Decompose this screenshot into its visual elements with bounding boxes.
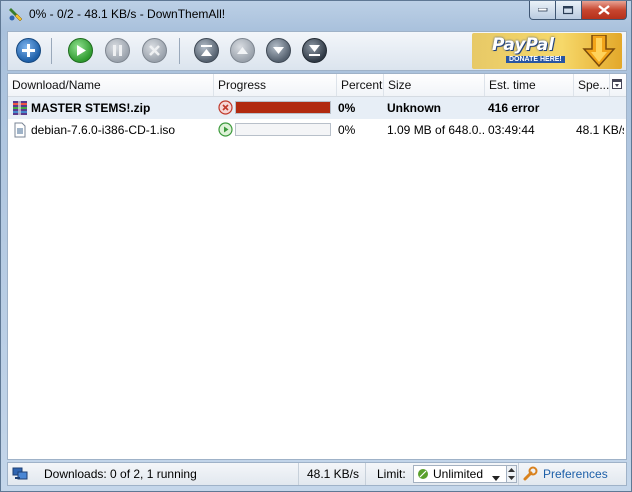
column-picker-icon[interactable] bbox=[612, 79, 623, 93]
download-size: Unknown bbox=[387, 101, 441, 115]
downloads-summary: Downloads: 0 of 2, 1 running bbox=[33, 463, 299, 485]
total-speed: 48.1 KB/s bbox=[299, 463, 366, 485]
speed-limit-value: Unlimited bbox=[433, 467, 484, 481]
download-row[interactable]: debian-7.6.0-i386-CD-1.iso 0% 1.09 MB of… bbox=[8, 119, 626, 141]
download-est-time: 416 error bbox=[488, 101, 540, 115]
preferences-link[interactable]: Preferences bbox=[543, 463, 623, 485]
toolbar: PayPal DONATE HERE! bbox=[7, 31, 627, 71]
download-est-time: 03:49:44 bbox=[488, 123, 535, 137]
move-top-icon bbox=[201, 45, 212, 56]
column-header-est-time[interactable]: Est. time bbox=[485, 74, 574, 96]
minimize-button[interactable] bbox=[529, 1, 556, 20]
column-header-percent[interactable]: Percent bbox=[337, 74, 384, 96]
start-button[interactable] bbox=[68, 38, 93, 63]
cancel-button[interactable] bbox=[142, 38, 167, 63]
running-icon bbox=[218, 122, 233, 140]
progress-bar bbox=[235, 123, 331, 136]
window-title: 0% - 0/2 - 48.1 KB/s - DownThemAll! bbox=[29, 7, 226, 21]
download-list[interactable]: Download/Name Progress Percent Size Est.… bbox=[7, 73, 627, 460]
title-bar[interactable]: 0% - 0/2 - 48.1 KB/s - DownThemAll! bbox=[1, 1, 631, 28]
progress-bar-fill bbox=[236, 102, 330, 113]
move-up-icon bbox=[237, 47, 248, 54]
paypal-donate-label: DONATE HERE! bbox=[506, 56, 565, 63]
move-top-button[interactable] bbox=[194, 38, 219, 63]
download-name: MASTER STEMS!.zip bbox=[31, 101, 151, 115]
toolbar-separator bbox=[51, 38, 52, 64]
move-up-button[interactable] bbox=[230, 38, 255, 63]
status-bar: Downloads: 0 of 2, 1 running 48.1 KB/s L… bbox=[7, 462, 627, 486]
paypal-donate-banner[interactable]: PayPal DONATE HERE! bbox=[472, 33, 622, 69]
chevron-down-icon bbox=[492, 471, 501, 485]
spinner-arrows-icon bbox=[508, 468, 515, 480]
cancel-icon bbox=[149, 45, 160, 56]
download-speed bbox=[576, 97, 624, 119]
add-icon bbox=[22, 44, 35, 57]
download-size: 1.09 MB of 648.0... bbox=[387, 123, 485, 137]
maximize-icon bbox=[563, 5, 574, 14]
start-icon bbox=[77, 45, 86, 56]
download-percent: 0% bbox=[338, 101, 356, 115]
download-arrow-icon bbox=[582, 35, 616, 67]
column-header-speed[interactable]: Spe... bbox=[574, 74, 610, 96]
list-header: Download/Name Progress Percent Size Est.… bbox=[8, 74, 626, 97]
file-icon bbox=[12, 122, 28, 141]
move-bottom-button[interactable] bbox=[302, 38, 327, 63]
speed-limit-select[interactable]: Unlimited bbox=[413, 465, 517, 483]
downthemall-app-icon bbox=[8, 6, 24, 22]
progress-bar bbox=[235, 101, 331, 114]
paypal-logo: PayPal bbox=[492, 35, 555, 55]
speed-limit-spinner[interactable] bbox=[506, 465, 517, 483]
download-row[interactable]: MASTER STEMS!.zip 0% Unknown 416 error bbox=[8, 97, 626, 119]
app-window: 0% - 0/2 - 48.1 KB/s - DownThemAll! PayP… bbox=[0, 0, 632, 492]
close-icon bbox=[598, 5, 610, 15]
window-controls bbox=[529, 1, 627, 21]
maximize-button[interactable] bbox=[556, 1, 582, 20]
error-icon bbox=[218, 100, 233, 118]
minimize-icon bbox=[537, 8, 547, 12]
download-percent: 0% bbox=[338, 123, 356, 137]
status-divider bbox=[518, 463, 519, 485]
wrench-icon bbox=[522, 466, 538, 485]
column-header-size[interactable]: Size bbox=[384, 74, 485, 96]
network-icon bbox=[12, 466, 28, 485]
download-name: debian-7.6.0-i386-CD-1.iso bbox=[31, 123, 176, 137]
column-header-progress[interactable]: Progress bbox=[214, 74, 337, 96]
limit-leaf-icon bbox=[417, 468, 429, 483]
zip-archive-icon bbox=[12, 100, 28, 119]
move-down-icon bbox=[273, 47, 284, 54]
download-speed: 48.1 KB/s bbox=[576, 123, 624, 137]
add-download-button[interactable] bbox=[16, 38, 41, 63]
toolbar-separator bbox=[179, 38, 180, 64]
pause-icon bbox=[113, 45, 122, 56]
move-bottom-icon bbox=[309, 45, 320, 56]
limit-label: Limit: bbox=[377, 467, 406, 481]
move-down-button[interactable] bbox=[266, 38, 291, 63]
column-header-name[interactable]: Download/Name bbox=[8, 74, 214, 96]
close-button[interactable] bbox=[582, 1, 627, 20]
pause-button[interactable] bbox=[105, 38, 130, 63]
